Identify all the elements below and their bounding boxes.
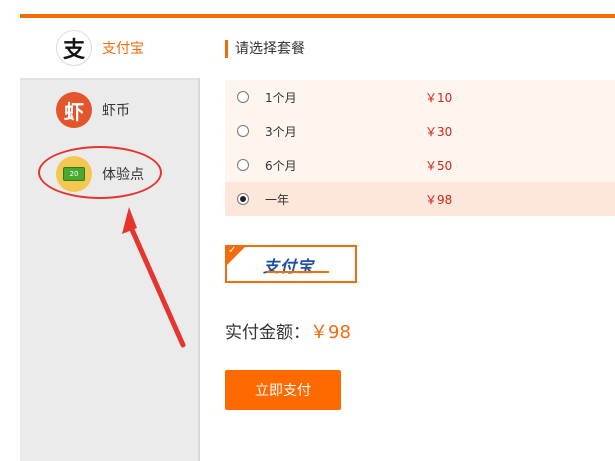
payment-method-alipay[interactable]: ✓ 支付宝 — [225, 245, 357, 283]
radio-button-selected[interactable] — [237, 193, 249, 205]
checkmark-icon: ✓ — [228, 245, 237, 256]
alipay-logo-underline — [267, 271, 329, 273]
alipay-logo: 支付宝 — [263, 257, 315, 276]
amount-label: 实付金额： — [225, 323, 310, 343]
sidebar-item-alipay[interactable]: 支 支付宝 — [20, 18, 200, 80]
shrimp-coin-icon: 虾 — [56, 92, 92, 128]
plan-name: 3个月 — [265, 124, 297, 139]
plan-price: ￥10 — [425, 90, 453, 105]
radio-button[interactable] — [237, 159, 249, 171]
pay-now-button[interactable]: 立即支付 — [225, 370, 341, 410]
sidebar-divider — [198, 78, 200, 461]
section-title: 请选择套餐 — [225, 40, 305, 58]
plan-price: ￥98 — [425, 192, 453, 207]
plan-name: 1个月 — [265, 90, 297, 105]
amount-value: ￥98 — [310, 322, 351, 343]
payment-sidebar: 支 支付宝 虾 虾币 20 体验点 — [20, 18, 200, 461]
plan-list: 1个月 ￥10 3个月 ￥30 6个月 ￥50 一年 ￥98 — [225, 80, 615, 216]
plan-option-1-month[interactable]: 1个月 ￥10 — [225, 80, 615, 114]
plan-name: 一年 — [265, 192, 290, 207]
sidebar-item-label: 虾币 — [102, 103, 130, 119]
plan-option-6-months[interactable]: 6个月 ￥50 — [225, 148, 615, 182]
amount-row: 实付金额：￥98 — [225, 318, 351, 344]
alipay-logo-icon: 支 — [56, 30, 92, 66]
plan-option-3-months[interactable]: 3个月 ￥30 — [225, 114, 615, 148]
sidebar-item-shrimp-coin[interactable]: 虾 虾币 — [20, 80, 200, 140]
plan-option-1-year[interactable]: 一年 ￥98 — [225, 182, 615, 216]
plan-name: 6个月 — [265, 158, 297, 173]
annotation-circle — [38, 146, 162, 199]
plan-price: ￥30 — [425, 124, 453, 139]
plan-price: ￥50 — [425, 158, 453, 173]
radio-button[interactable] — [237, 125, 249, 137]
radio-button[interactable] — [237, 91, 249, 103]
sidebar-item-label: 支付宝 — [102, 41, 144, 57]
